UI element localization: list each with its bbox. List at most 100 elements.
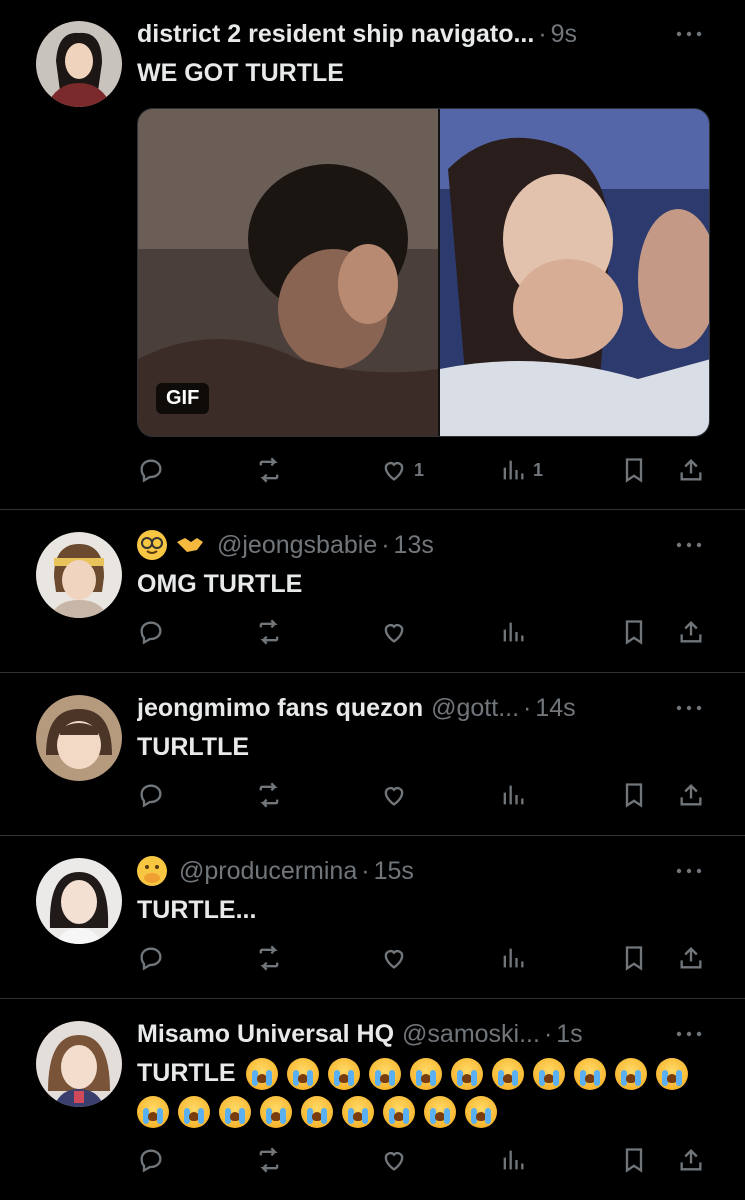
retweet-icon	[259, 619, 279, 645]
bookmark-icon	[625, 783, 643, 808]
hand-over-mouth-emoji	[137, 856, 167, 886]
timestamp[interactable]: 15s	[374, 857, 414, 886]
more-icon[interactable]	[675, 1029, 703, 1039]
username[interactable]: @producermina	[179, 857, 357, 886]
share-icon	[680, 459, 702, 481]
tweet-header: jeongmimo fans quezon @gott... · 14s	[137, 688, 655, 728]
bookmark-icon	[625, 946, 643, 971]
bookmark-button[interactable]	[620, 1140, 648, 1180]
action-bar: 1 1	[137, 450, 712, 490]
loudly-crying-face-emoji	[491, 1058, 524, 1091]
retweet-button[interactable]	[255, 612, 283, 652]
reply-icon	[140, 1149, 162, 1173]
loudly-crying-face-emoji	[409, 1058, 442, 1091]
username[interactable]: @jeongsbabie	[217, 531, 377, 560]
retweet-button[interactable]	[255, 1140, 283, 1180]
loudly-crying-face-emoji	[137, 1096, 169, 1129]
share-button[interactable]	[677, 1140, 705, 1180]
username[interactable]: @gott...	[431, 694, 519, 723]
tweet[interactable]: jeongmimo fans quezon @gott... · 14s TUR…	[0, 674, 745, 836]
reply-button[interactable]	[137, 612, 165, 652]
tweet-text: TURTLE	[137, 1059, 236, 1087]
like-icon	[384, 950, 404, 969]
display-name[interactable]: jeongmimo fans quezon	[137, 694, 423, 723]
retweet-button[interactable]	[255, 775, 283, 815]
views-button[interactable]	[499, 1140, 527, 1180]
loudly-crying-face-emoji	[573, 1058, 606, 1091]
like-button[interactable]	[380, 612, 408, 652]
avatar[interactable]	[36, 858, 122, 944]
like-button[interactable]	[380, 775, 408, 815]
views-button[interactable]	[499, 775, 527, 815]
avatar[interactable]	[36, 1021, 122, 1107]
more-icon[interactable]	[675, 866, 703, 876]
more-icon[interactable]	[675, 540, 703, 550]
reply-button[interactable]	[137, 1140, 165, 1180]
tweet[interactable]: Misamo Universal HQ @samoski... · 1s TUR…	[0, 1000, 745, 1200]
loudly-crying-face-emoji	[286, 1058, 319, 1091]
gif-media[interactable]: GIF	[137, 108, 710, 437]
tweet-text: WE GOT TURTLE	[137, 59, 344, 87]
username[interactable]: @samoski...	[402, 1020, 540, 1049]
loudly-crying-face-emoji	[219, 1096, 251, 1129]
loudly-crying-face-emoji	[383, 1096, 415, 1129]
like-button[interactable]	[380, 1140, 408, 1180]
like-button[interactable]: 1	[380, 450, 424, 490]
loudly-crying-face-emoji	[532, 1058, 565, 1091]
share-button[interactable]	[677, 938, 705, 978]
timestamp[interactable]: 13s	[394, 531, 434, 560]
reply-button[interactable]	[137, 775, 165, 815]
bookmark-icon	[625, 458, 643, 483]
nerd-face-emoji	[137, 530, 167, 560]
display-name[interactable]: district 2 resident ship navigato...	[137, 20, 534, 49]
retweet-button[interactable]	[255, 450, 283, 490]
loudly-crying-face-emoji	[655, 1058, 688, 1091]
tweet-header: district 2 resident ship navigato... · 9…	[137, 14, 655, 54]
like-icon	[384, 1152, 404, 1171]
timestamp[interactable]: 14s	[535, 694, 575, 723]
share-button[interactable]	[677, 612, 705, 652]
avatar[interactable]	[36, 21, 122, 107]
bookmark-button[interactable]	[620, 938, 648, 978]
views-icon	[503, 460, 524, 480]
display-name[interactable]: Misamo Universal HQ	[137, 1020, 394, 1049]
tweet-header: @jeongsbabie · 13s	[137, 525, 655, 565]
bookmark-button[interactable]	[620, 450, 648, 490]
tweet-text: TURLTLE	[137, 733, 250, 761]
loudly-crying-face-emoji	[327, 1058, 360, 1091]
separator-dot: ·	[361, 856, 370, 885]
bookmark-icon	[625, 1148, 643, 1173]
like-button[interactable]	[380, 938, 408, 978]
tweet[interactable]: @jeongsbabie · 13s OMG TURTLE	[0, 511, 745, 673]
reply-icon	[140, 784, 162, 808]
bookmark-button[interactable]	[620, 612, 648, 652]
avatar[interactable]	[36, 532, 122, 618]
tweet-text: OMG TURTLE	[137, 570, 303, 598]
views-icon	[503, 622, 524, 642]
retweet-icon	[259, 457, 279, 483]
more-icon[interactable]	[675, 29, 703, 39]
handshake-emoji	[175, 530, 205, 560]
tweet-header: Misamo Universal HQ @samoski... · 1s	[137, 1014, 655, 1054]
share-button[interactable]	[677, 450, 705, 490]
reply-button[interactable]	[137, 450, 165, 490]
views-button[interactable]: 1	[499, 450, 543, 490]
timestamp[interactable]: 9s	[551, 20, 577, 49]
tweet[interactable]: @producermina · 15s TURTLE...	[0, 837, 745, 999]
action-bar	[137, 938, 712, 978]
gif-image	[138, 109, 709, 436]
avatar[interactable]	[36, 695, 122, 781]
more-icon[interactable]	[675, 703, 703, 713]
bookmark-button[interactable]	[620, 775, 648, 815]
like-icon	[384, 462, 404, 481]
retweet-icon	[259, 1147, 279, 1173]
views-button[interactable]	[499, 612, 527, 652]
share-button[interactable]	[677, 775, 705, 815]
reply-icon	[140, 947, 162, 971]
views-button[interactable]	[499, 938, 527, 978]
timestamp[interactable]: 1s	[556, 1020, 582, 1049]
reply-button[interactable]	[137, 938, 165, 978]
retweet-button[interactable]	[255, 938, 283, 978]
tweet[interactable]: district 2 resident ship navigato... · 9…	[0, 0, 745, 510]
loudly-crying-face-emoji	[465, 1096, 497, 1129]
